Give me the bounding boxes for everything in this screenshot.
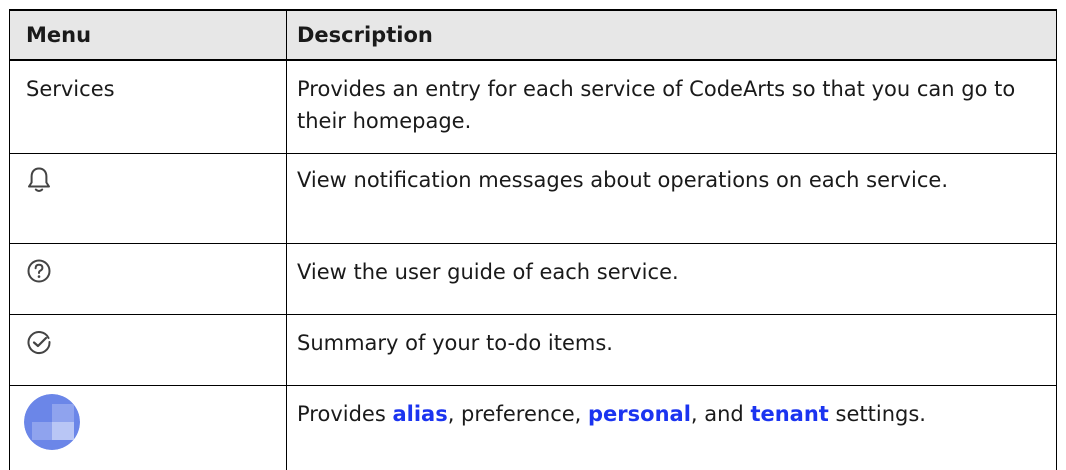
menu-table: Menu Description Services Provides an en…	[9, 9, 1057, 470]
description-cell: Provides an entry for each service of Co…	[287, 60, 1057, 154]
menu-cell-services: Services	[10, 60, 287, 154]
avatar-icon	[24, 394, 80, 450]
tenant-link[interactable]: tenant	[750, 402, 828, 426]
table-row: View the user guide of each service.	[10, 244, 1057, 315]
table-row: View notification messages about operati…	[10, 154, 1057, 244]
description-cell: Provides alias, preference, personal, an…	[287, 386, 1057, 470]
table-row: Services Provides an entry for each serv…	[10, 60, 1057, 154]
table-row: Provides alias, preference, personal, an…	[10, 386, 1057, 470]
description-cell: Summary of your to-do items.	[287, 315, 1057, 386]
header-menu: Menu	[10, 10, 287, 60]
description-cell: View the user guide of each service.	[287, 244, 1057, 315]
help-circle-icon	[26, 258, 52, 293]
desc-text: , preference,	[448, 402, 588, 426]
table-header-row: Menu Description	[10, 10, 1057, 60]
alias-link[interactable]: alias	[392, 402, 447, 426]
personal-link[interactable]: personal	[588, 402, 691, 426]
desc-text: settings.	[829, 402, 926, 426]
table-row: Summary of your to-do items.	[10, 315, 1057, 386]
check-circle-icon	[26, 329, 52, 364]
desc-text: Provides	[297, 402, 392, 426]
menu-cell-account	[10, 386, 287, 470]
header-description: Description	[287, 10, 1057, 60]
menu-cell-todo	[10, 315, 287, 386]
description-cell: View notification messages about operati…	[287, 154, 1057, 244]
menu-cell-notifications	[10, 154, 287, 244]
desc-text: , and	[691, 402, 751, 426]
menu-cell-help	[10, 244, 287, 315]
bell-icon	[26, 166, 52, 203]
